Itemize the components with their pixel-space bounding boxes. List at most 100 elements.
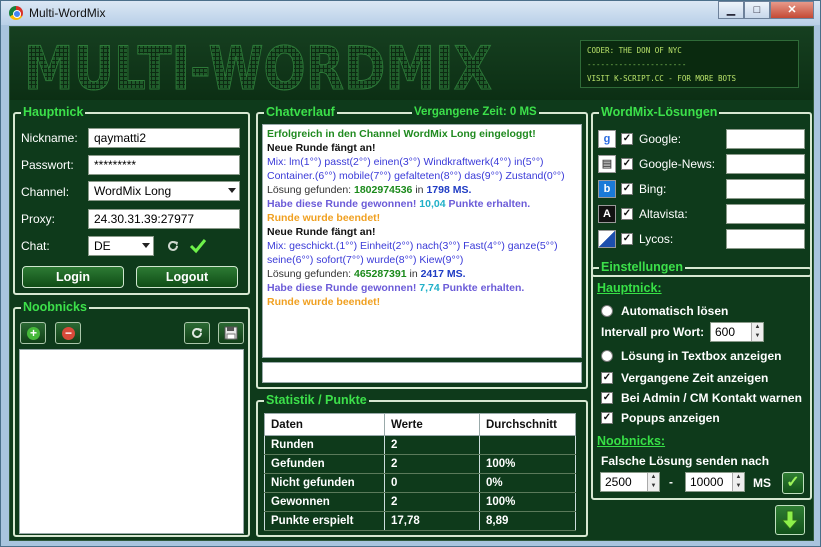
google-news-checkbox[interactable]: ✓ <box>621 158 633 170</box>
spinner-arrows-icon[interactable]: ▲ ▼ <box>751 323 763 341</box>
chevron-down-icon <box>142 243 150 248</box>
channel-select[interactable]: WordMix Long <box>88 181 240 201</box>
chat-history[interactable]: Erfolgreich in den Channel WordMix Long … <box>262 124 582 358</box>
nickname-input[interactable]: qaymatti2 <box>88 128 240 148</box>
logout-button[interactable]: Logout <box>136 266 238 288</box>
range-dash: - <box>669 475 673 489</box>
chat-line: Runde wurde beendet! <box>267 212 381 224</box>
altavista-solution-field[interactable] <box>726 204 805 224</box>
column-header: Durchschnitt <box>479 413 576 436</box>
solutions-group: WordMix-Lösungen g ✓ Google: ▤ ✓ Google-… <box>591 105 812 277</box>
refresh-icon[interactable] <box>165 238 181 254</box>
banner: MULTI-WORDMIX CODER: THE DON OF NYC ----… <box>10 27 813 100</box>
hauptnick-title: Hauptnick <box>21 105 86 119</box>
textbox-radio[interactable] <box>601 350 613 362</box>
bing-label: Bing: <box>639 182 667 196</box>
title-bar[interactable]: Multi-WordMix ▁ □ ✕ <box>1 1 820 25</box>
spinner-arrows-icon[interactable]: ▲ ▼ <box>647 473 659 491</box>
table-row: Gefunden 2 100% <box>264 454 576 474</box>
proxy-label: Proxy: <box>21 212 56 226</box>
noobnicks-group: Noobnicks + − <box>13 300 250 537</box>
add-noobnick-button[interactable]: + <box>20 322 46 344</box>
settings-hauptnick-label: Hauptnick: <box>597 281 662 295</box>
chat-line: Lösung gefunden: 1802974536 in 1798 MS. <box>267 184 472 196</box>
window-title: Multi-WordMix <box>29 6 106 20</box>
proxy-input[interactable]: 24.30.31.39:27977 <box>88 209 240 229</box>
popups-checkbox[interactable]: ✓ <box>601 412 613 424</box>
credits-coder: CODER: THE DON OF NYC <box>587 46 682 55</box>
elapsed-time: Vergangene Zeit: 0 MS <box>412 105 539 119</box>
chat-line: Neue Runde fängt an! <box>267 226 376 238</box>
channel-label: Channel: <box>21 185 70 199</box>
table-row: Punkte erspielt 17,78 8,89 <box>264 511 576 531</box>
settings-noobnicks-label: Noobnicks: <box>597 434 666 448</box>
channel-value: WordMix Long <box>94 184 172 198</box>
password-input[interactable]: ********* <box>88 155 240 175</box>
altavista-icon: A <box>598 205 616 223</box>
stats-table: Daten Werte Durchschnitt Runden 2 Gefunde… <box>264 413 576 531</box>
elapsed-checkbox[interactable]: ✓ <box>601 372 613 384</box>
interval-stepper[interactable]: 600 ▲ ▼ <box>710 322 764 342</box>
google-news-label: Google-News: <box>639 157 716 171</box>
save-noobnicks-button[interactable] <box>218 322 244 344</box>
remove-noobnick-button[interactable]: − <box>55 322 81 344</box>
noobnicks-title: Noobnicks <box>21 300 89 314</box>
logo-text: MULTI-WORDMIX <box>24 34 492 95</box>
auto-solve-radio[interactable] <box>601 305 613 317</box>
stats-group: Statistik / Punkte Daten Werte Durchschn… <box>256 393 588 537</box>
hauptnick-group: Hauptnick Nickname: qaymatti2 Passwort: … <box>13 105 250 295</box>
settings-title: Einstellungen <box>599 260 685 274</box>
chat-line: Mix: lm(1°°) passt(2°°) einen(3°°) Windk… <box>267 156 544 168</box>
chat-input[interactable] <box>262 362 582 383</box>
lycos-label: Lycos: <box>639 232 674 246</box>
credits-box: CODER: THE DON OF NYC ------------------… <box>580 40 799 88</box>
spinner-arrows-icon[interactable]: ▲ ▼ <box>732 473 744 491</box>
noobnicks-list[interactable] <box>19 349 244 534</box>
table-row: Runden 2 <box>264 435 576 455</box>
arrow-down-icon <box>781 510 799 530</box>
chat-line: Runde wurde beendet! <box>267 296 381 308</box>
password-label: Passwort: <box>21 158 74 172</box>
solutions-title: WordMix-Lösungen <box>599 105 720 119</box>
google-news-solution-field[interactable] <box>726 154 805 174</box>
lycos-icon <box>598 230 616 248</box>
nickname-label: Nickname: <box>21 131 78 145</box>
unit-label: MS <box>753 476 771 490</box>
credits-visit: VISIT K-SCRIPT.CC - FOR MORE BOTS <box>587 74 737 83</box>
google-solution-field[interactable] <box>726 129 805 149</box>
interval-label: Intervall pro Wort: <box>601 325 705 339</box>
chat-group: Chatverlauf Vergangene Zeit: 0 MS Erfolg… <box>256 105 588 389</box>
chat-language-select[interactable]: DE <box>88 236 154 256</box>
download-button[interactable] <box>775 505 805 535</box>
google-checkbox[interactable]: ✓ <box>621 133 633 145</box>
apply-settings-button[interactable]: ✓ <box>782 472 804 494</box>
chat-label: Chat: <box>21 239 50 253</box>
to-delay-stepper[interactable]: 10000 ▲ ▼ <box>685 472 745 492</box>
from-delay-value: 2500 <box>605 475 632 489</box>
popups-label: Popups anzeigen <box>621 411 720 425</box>
interval-value: 600 <box>715 325 736 339</box>
client-area: MULTI-WORDMIX CODER: THE DON OF NYC ----… <box>9 26 814 541</box>
minimize-button[interactable]: ▁ <box>718 1 744 19</box>
chat-line: Erfolgreich in den Channel WordMix Long … <box>267 128 536 140</box>
checkmark-icon: ✓ <box>786 474 800 491</box>
bing-checkbox[interactable]: ✓ <box>621 183 633 195</box>
close-button[interactable]: ✕ <box>770 1 814 19</box>
chat-language-value: DE <box>94 239 111 253</box>
lycos-checkbox[interactable]: ✓ <box>621 233 633 245</box>
maximize-button[interactable]: □ <box>744 1 770 19</box>
altavista-checkbox[interactable]: ✓ <box>621 208 633 220</box>
refresh-noobnicks-button[interactable] <box>184 322 210 344</box>
to-delay-value: 10000 <box>690 475 724 489</box>
chat-line: Lösung gefunden: 465287391 in 2417 MS. <box>267 268 466 280</box>
from-delay-stepper[interactable]: 2500 ▲ ▼ <box>600 472 660 492</box>
admin-warn-checkbox[interactable]: ✓ <box>601 392 613 404</box>
stats-title: Statistik / Punkte <box>264 393 369 407</box>
login-button[interactable]: Login <box>22 266 124 288</box>
column-header: Werte <box>384 413 480 436</box>
lycos-solution-field[interactable] <box>726 229 805 249</box>
checkmark-icon[interactable] <box>189 237 207 255</box>
admin-warn-label: Bei Admin / CM Kontakt warnen <box>621 391 802 405</box>
bing-solution-field[interactable] <box>726 179 805 199</box>
refresh-icon <box>192 327 202 338</box>
